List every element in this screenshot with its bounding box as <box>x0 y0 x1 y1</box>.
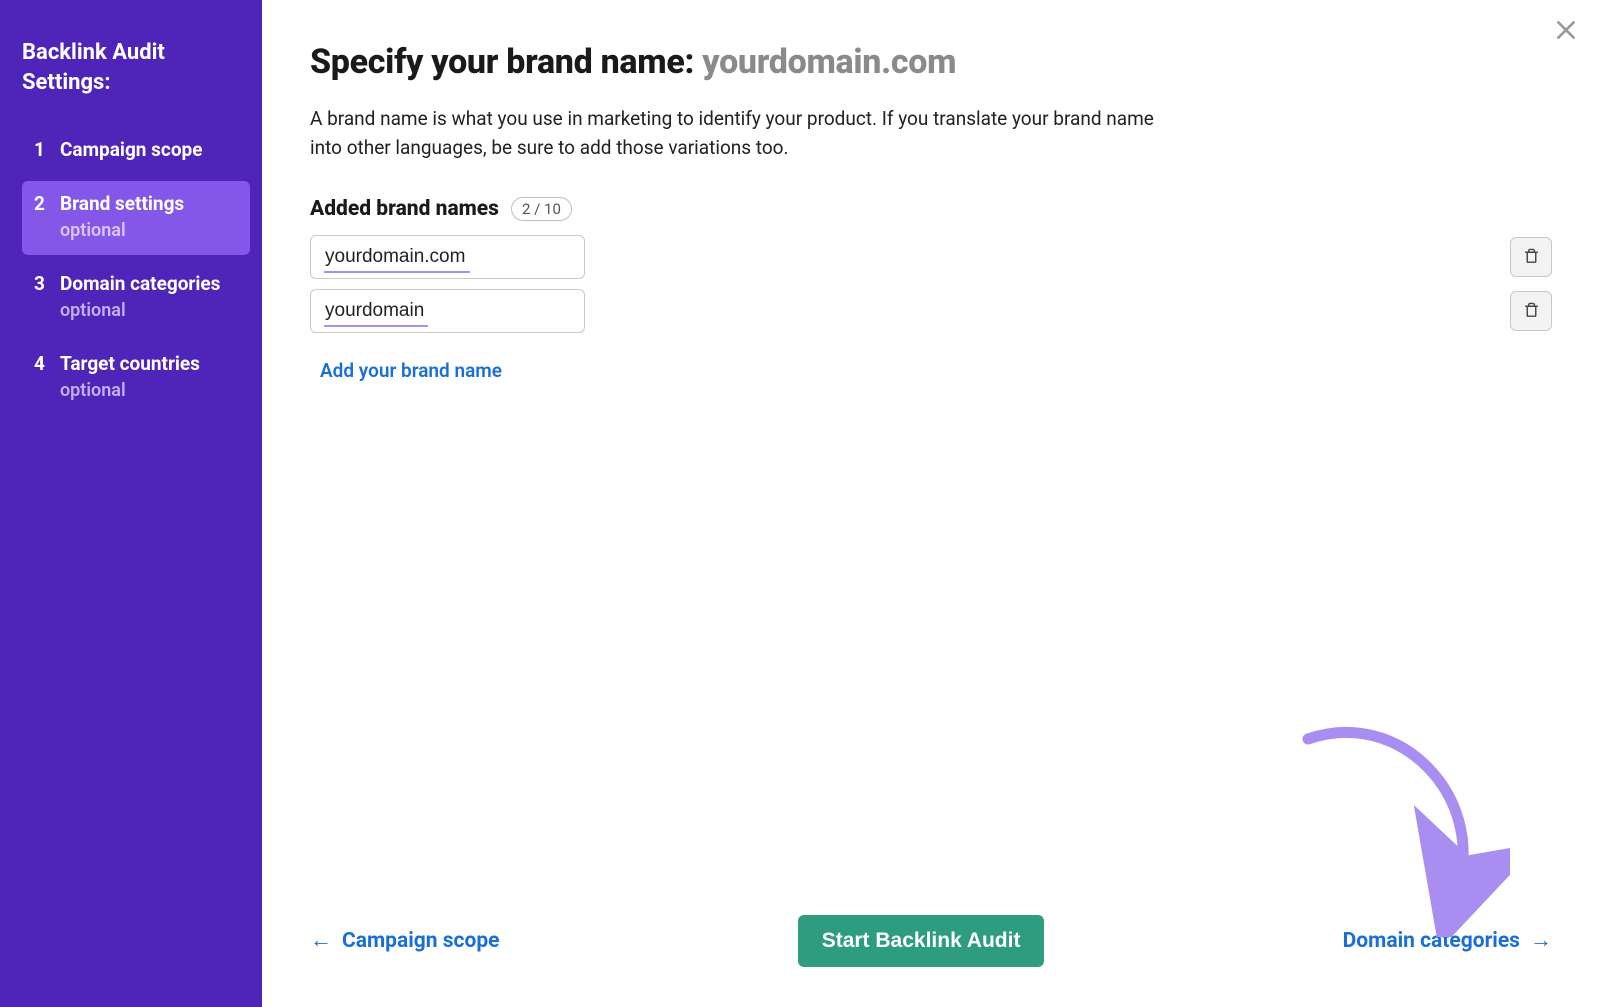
page-title-domain: yourdomain.com <box>702 42 956 82</box>
step-campaign-scope[interactable]: 1 Campaign scope <box>22 127 250 175</box>
next-link[interactable]: Domain categories → <box>1343 929 1552 953</box>
close-button[interactable] <box>1546 10 1586 50</box>
step-label: Brand settings <box>60 191 184 217</box>
brand-section-header: Added brand names 2 / 10 <box>310 197 1552 221</box>
next-link-label: Domain categories <box>1343 929 1520 953</box>
sidebar-title: Backlink Audit Settings: <box>22 38 250 97</box>
trash-icon <box>1523 302 1540 319</box>
brand-section-label: Added brand names <box>310 197 499 221</box>
step-sublabel: optional <box>60 379 200 403</box>
step-brand-settings[interactable]: 2 Brand settings optional <box>22 181 250 255</box>
step-label: Domain categories <box>60 271 220 297</box>
brand-name-input[interactable] <box>310 235 585 279</box>
page-title-text: Specify your brand name: <box>310 42 702 82</box>
step-target-countries[interactable]: 4 Target countries optional <box>22 341 250 415</box>
step-number: 3 <box>34 271 48 323</box>
step-label: Target countries <box>60 351 200 377</box>
brand-count-pill: 2 / 10 <box>511 197 572 221</box>
settings-sidebar: Backlink Audit Settings: 1 Campaign scop… <box>0 0 262 1007</box>
page-title: Specify your brand name: yourdomain.com <box>310 42 1552 82</box>
back-link[interactable]: ← Campaign scope <box>310 929 500 953</box>
step-sublabel: optional <box>60 299 220 323</box>
step-number: 1 <box>34 137 48 163</box>
arrow-left-icon: ← <box>310 930 332 952</box>
step-number: 4 <box>34 351 48 403</box>
brand-row <box>310 289 1552 333</box>
add-brand-link[interactable]: Add your brand name <box>320 359 1552 382</box>
brand-name-input[interactable] <box>310 289 585 333</box>
brand-row <box>310 235 1552 279</box>
trash-icon <box>1523 248 1540 265</box>
back-link-label: Campaign scope <box>342 929 500 953</box>
delete-brand-button[interactable] <box>1510 237 1552 277</box>
step-sublabel: optional <box>60 219 184 243</box>
main-content: Specify your brand name: yourdomain.com … <box>262 0 1600 1007</box>
start-audit-button[interactable]: Start Backlink Audit <box>798 915 1045 967</box>
step-number: 2 <box>34 191 48 243</box>
delete-brand-button[interactable] <box>1510 291 1552 331</box>
step-label: Campaign scope <box>60 137 203 163</box>
step-list: 1 Campaign scope 2 Brand settings option… <box>22 127 250 414</box>
footer-nav: ← Campaign scope Start Backlink Audit Do… <box>310 895 1552 967</box>
brand-list <box>310 235 1552 343</box>
close-icon <box>1553 17 1579 43</box>
page-description: A brand name is what you use in marketin… <box>310 104 1170 163</box>
step-domain-categories[interactable]: 3 Domain categories optional <box>22 261 250 335</box>
arrow-right-icon: → <box>1530 930 1552 952</box>
